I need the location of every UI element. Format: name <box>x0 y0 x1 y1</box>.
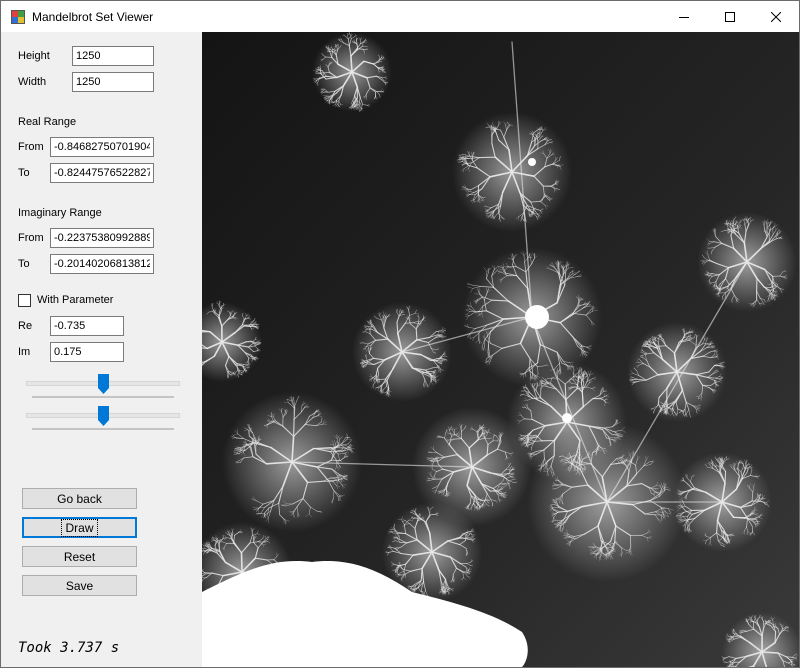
re-slider-ticks <box>32 396 174 398</box>
draw-label: Draw <box>61 518 98 537</box>
re-slider-thumb[interactable] <box>98 374 109 394</box>
imag-from-label: From <box>18 232 44 244</box>
real-from-input[interactable] <box>50 137 154 157</box>
go-back-button[interactable]: Go back <box>22 488 137 509</box>
maximize-icon <box>725 11 735 22</box>
re-slider[interactable] <box>26 374 180 398</box>
mandelbrot-image <box>202 32 799 667</box>
minimize-icon <box>679 16 689 18</box>
re-input[interactable] <box>50 316 124 336</box>
real-to-label: To <box>18 167 30 179</box>
imaginary-range-label: Imaginary Range <box>18 207 102 219</box>
height-label: Height <box>18 50 50 62</box>
real-to-input[interactable] <box>50 163 154 183</box>
re-label: Re <box>18 320 33 332</box>
imag-to-label: To <box>18 258 30 270</box>
maximize-button[interactable] <box>707 1 753 32</box>
im-slider-ticks <box>32 428 174 430</box>
save-button[interactable]: Save <box>22 575 137 596</box>
app-window: Mandelbrot Set Viewer Height Width Real … <box>0 0 800 668</box>
draw-button[interactable]: Draw <box>22 517 137 538</box>
control-panel: Height Width Real Range From To Imaginar… <box>1 32 202 667</box>
im-slider-thumb[interactable] <box>98 406 109 426</box>
real-from-label: From <box>18 141 44 153</box>
imag-from-input[interactable] <box>50 228 154 248</box>
window-title: Mandelbrot Set Viewer <box>32 10 154 24</box>
app-icon <box>11 10 25 24</box>
with-parameter-label: With Parameter <box>37 294 114 306</box>
im-slider[interactable] <box>26 406 180 430</box>
width-label: Width <box>18 76 47 88</box>
height-input[interactable] <box>72 46 154 66</box>
close-button[interactable] <box>753 1 799 32</box>
title-bar[interactable]: Mandelbrot Set Viewer <box>1 1 799 32</box>
go-back-label: Go back <box>57 491 102 506</box>
render-time-status: Took 3.737 s <box>18 640 120 656</box>
with-parameter-checkbox[interactable] <box>18 294 31 307</box>
reset-button[interactable]: Reset <box>22 546 137 567</box>
reset-label: Reset <box>63 549 96 564</box>
imag-to-input[interactable] <box>50 254 154 274</box>
real-range-label: Real Range <box>18 116 77 128</box>
width-input[interactable] <box>72 72 154 92</box>
save-label: Save <box>65 578 94 593</box>
im-input[interactable] <box>50 342 124 362</box>
fractal-canvas[interactable] <box>202 32 799 667</box>
im-label: Im <box>18 346 31 358</box>
close-icon <box>771 11 781 22</box>
minimize-button[interactable] <box>661 1 707 32</box>
